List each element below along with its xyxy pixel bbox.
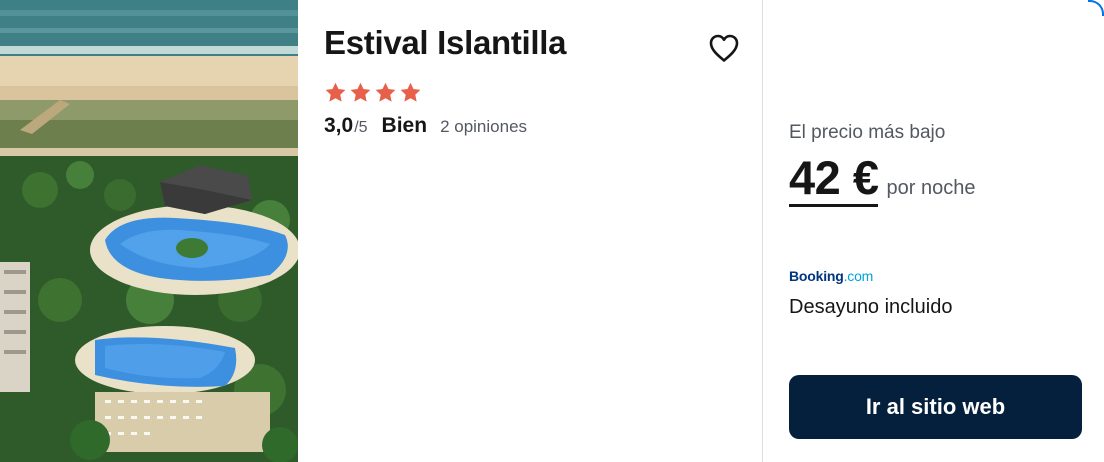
per-night-label: por noche <box>886 177 976 199</box>
breakfast-included: Desayuno incluido <box>789 296 953 318</box>
rating-word: Bien <box>381 114 428 137</box>
heart-outline-icon <box>709 34 739 62</box>
hotel-info: Estival Islantilla 3,0 /5 Bien 2 opinion… <box>298 0 762 462</box>
provider-logo: Booking.com <box>789 268 873 284</box>
go-to-site-button[interactable]: Ir al sitio web <box>789 375 1082 439</box>
lowest-price-label: El precio más bajo <box>789 122 946 143</box>
rating-scale: /5 <box>354 119 368 136</box>
rating-score: 3,0 <box>324 114 354 137</box>
price-panel: El precio más bajo 42 € por noche Bookin… <box>763 0 1104 462</box>
hotel-photo[interactable] <box>0 0 298 462</box>
review-count: 2 opiniones <box>440 117 528 136</box>
hotel-result-card: Estival Islantilla 3,0 /5 Bien 2 opinion… <box>0 0 1104 462</box>
price-row: 42 € por noche <box>789 152 975 207</box>
star-icon <box>350 82 371 102</box>
provider-logo-name: Booking <box>789 268 844 284</box>
review-rating: 3,0 /5 Bien 2 opiniones <box>324 114 527 138</box>
star-icon <box>375 82 396 102</box>
price-amount[interactable]: 42 € <box>789 152 879 207</box>
favorite-button[interactable] <box>704 28 744 68</box>
provider-logo-domain: .com <box>843 268 874 284</box>
hotel-name[interactable]: Estival Islantilla <box>324 24 567 62</box>
star-icon <box>400 82 421 102</box>
star-rating <box>324 81 422 104</box>
star-icon <box>325 82 346 102</box>
